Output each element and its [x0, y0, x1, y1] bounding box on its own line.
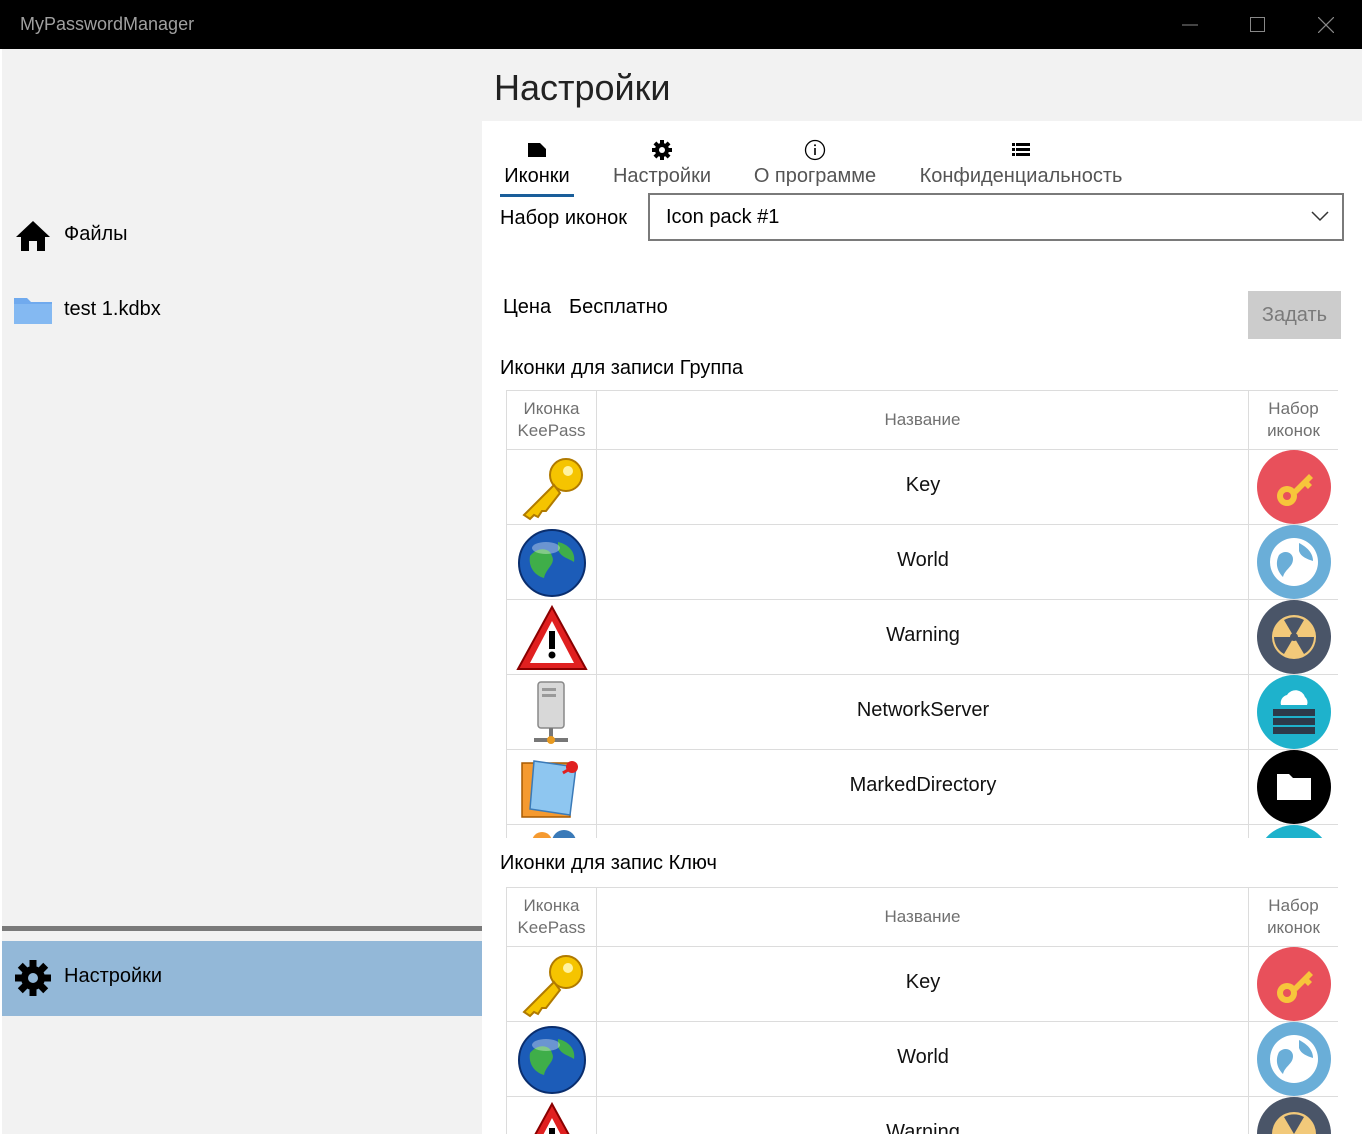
key-icon — [522, 458, 583, 521]
price-label: Цена — [503, 296, 552, 318]
partial-icon — [532, 830, 576, 838]
table-row[interactable]: World — [507, 525, 1338, 600]
partial-icon — [1265, 825, 1323, 838]
tab-label: О программе — [753, 165, 877, 187]
close-button[interactable] — [1292, 0, 1360, 49]
active-tab-indicator — [500, 194, 574, 197]
minimize-button[interactable] — [1156, 0, 1224, 49]
folder-icon — [1257, 750, 1331, 824]
tab-privacy[interactable]: Конфиденциальность — [916, 139, 1126, 195]
icon-name: NetworkServer — [856, 699, 990, 721]
column-header-name[interactable]: Название — [597, 391, 1248, 431]
radiation-icon — [1257, 1097, 1331, 1134]
price-value: Бесплатно — [569, 296, 668, 318]
gear-icon — [15, 960, 51, 996]
warning-icon — [534, 1101, 570, 1134]
icon-pack-dropdown[interactable]: Icon pack #1 — [648, 193, 1344, 241]
icon-name: Warning — [886, 1121, 960, 1134]
icon-pack-label: Набор иконок — [500, 207, 628, 229]
icon-name: Key — [905, 971, 941, 993]
column-header-pack[interactable]: Набор иконок — [1249, 391, 1338, 442]
table-header: Иконка KeePass Название Набор иконок — [507, 887, 1338, 947]
column-header-keepass[interactable]: Иконка KeePass — [507, 391, 596, 442]
set-button[interactable]: Задать — [1248, 291, 1341, 339]
icon-name: World — [897, 1046, 949, 1068]
column-header-pack[interactable]: Набор иконок — [1249, 888, 1338, 939]
key-icon — [1257, 947, 1331, 1021]
table-row[interactable]: MarkedDirectory — [507, 750, 1338, 825]
list-icon — [1012, 143, 1030, 156]
radiation-icon — [1257, 600, 1331, 674]
tab-label: Настройки — [612, 165, 712, 187]
table-row[interactable]: Key — [507, 450, 1338, 525]
table-row[interactable]: NetworkServer — [507, 675, 1338, 750]
globe-icon — [518, 1026, 586, 1094]
close-icon — [1318, 17, 1334, 33]
gear-icon — [652, 140, 672, 160]
tab-settings[interactable]: Настройки — [608, 139, 716, 195]
key-icons-table: Иконка KeePass Название Набор иконок Key — [506, 887, 1338, 1134]
icon-pack-selected-value: Icon pack #1 — [666, 206, 780, 228]
table-row[interactable]: Warning — [507, 1097, 1338, 1134]
cloud-server-icon — [1257, 675, 1331, 749]
key-icon — [1257, 450, 1331, 524]
group-icons-title: Иконки для записи Группа — [500, 357, 744, 379]
globe-icon — [1257, 525, 1331, 599]
column-header-keepass[interactable]: Иконка KeePass — [507, 888, 596, 939]
minimize-icon — [1182, 24, 1198, 26]
table-row[interactable] — [507, 825, 1338, 838]
warning-icon — [516, 604, 588, 670]
nav-item-settings[interactable]: Настройки — [2, 941, 482, 1016]
content-header: Настройки — [482, 49, 1362, 121]
group-icons-table: Иконка KeePass Название Набор иконок Key — [506, 390, 1338, 838]
maximize-button[interactable] — [1224, 0, 1292, 49]
nav-item-file[interactable]: test 1.kdbx — [2, 274, 482, 349]
table-row[interactable]: Key — [507, 947, 1338, 1022]
tab-label: Конфиденциальность — [919, 165, 1123, 187]
tab-label: Иконки — [504, 165, 570, 187]
nav-separator — [2, 926, 482, 931]
icon-name: World — [897, 549, 949, 571]
tab-icons[interactable]: Иконки — [500, 139, 574, 197]
key-icons-title: Иконки для запис Ключ — [500, 852, 717, 874]
info-icon — [804, 139, 826, 161]
nav-item-files[interactable]: Файлы — [2, 199, 482, 274]
table-header: Иконка KeePass Название Набор иконок — [507, 390, 1338, 450]
page-title: Настройки — [494, 67, 671, 108]
icon-name: MarkedDirectory — [849, 774, 997, 796]
folder-icon — [14, 298, 52, 324]
icon-name: Key — [905, 474, 941, 496]
home-icon — [16, 221, 50, 251]
title-bar: MyPasswordManager — [0, 0, 1362, 49]
navigation-pane: Файлы test 1.kdbx Настройки — [2, 49, 482, 1134]
table-row[interactable]: Warning — [507, 600, 1338, 675]
globe-icon — [518, 529, 586, 597]
column-header-name[interactable]: Название — [597, 888, 1248, 928]
nav-item-label: Файлы — [64, 223, 128, 245]
app-title: MyPasswordManager — [20, 14, 195, 34]
nav-item-label: test 1.kdbx — [64, 298, 161, 320]
server-icon — [534, 681, 568, 744]
maximize-icon — [1250, 17, 1265, 32]
marked-folder-icon — [521, 760, 578, 818]
table-row[interactable]: World — [507, 1022, 1338, 1097]
tab-about[interactable]: О программе — [748, 139, 882, 195]
globe-icon — [1257, 1022, 1331, 1096]
key-icon — [522, 955, 583, 1018]
settings-content: Иконки Настройки О программе Конфиденциа… — [482, 121, 1362, 1134]
nav-item-label: Настройки — [64, 965, 163, 987]
label-icon — [528, 143, 546, 157]
chevron-down-icon — [1311, 211, 1329, 222]
icon-name: Warning — [886, 624, 960, 646]
